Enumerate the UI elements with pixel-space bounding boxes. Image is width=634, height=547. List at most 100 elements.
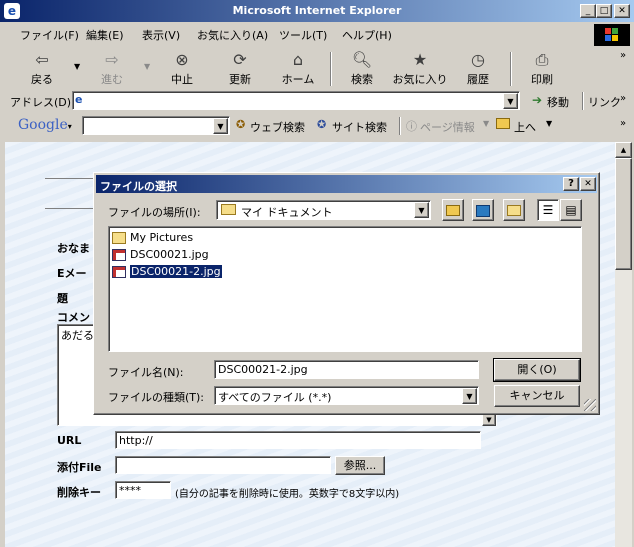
dialog-help-button[interactable]: ? xyxy=(563,177,579,191)
open-button[interactable]: 開く(O) xyxy=(493,358,581,382)
google-search-dropdown-icon[interactable]: ▼ xyxy=(213,118,228,134)
desktop-button[interactable] xyxy=(472,199,494,221)
subject-label: 題 xyxy=(57,292,68,305)
site-search-button[interactable]: サイト検索 xyxy=(332,119,387,135)
dialog-close-button[interactable]: ✕ xyxy=(580,177,596,191)
page-scrollbar[interactable]: ▲ xyxy=(615,142,632,547)
new-folder-button[interactable] xyxy=(503,199,525,221)
minimize-button[interactable]: _ xyxy=(580,4,596,18)
browse-button[interactable]: 参照... xyxy=(335,456,385,475)
resize-grip-icon[interactable] xyxy=(584,399,596,411)
home-icon: ⌂ xyxy=(292,50,304,69)
page-icon: e xyxy=(75,93,83,106)
up-dropdown-icon[interactable]: ▼ xyxy=(546,119,552,128)
address-input[interactable]: e ▼ xyxy=(72,91,520,110)
comment-label: コメン xyxy=(57,311,90,324)
file-list[interactable]: My Pictures DSC00021.jpg DSC00021-2.jpg xyxy=(108,226,582,352)
dialog-titlebar[interactable]: ファイルの選択 ? ✕ xyxy=(96,175,597,193)
new-folder-icon xyxy=(507,205,521,216)
site-search-icon: ✪ xyxy=(317,118,327,131)
search-button[interactable]: 🔍︎ 検索 xyxy=(334,48,390,88)
location-label: ファイルの場所(I): xyxy=(108,206,201,219)
print-button[interactable]: ⎙ 印刷 xyxy=(514,48,570,88)
back-arrow-icon: ⇦ xyxy=(35,50,49,69)
refresh-button[interactable]: ⟳ 更新 xyxy=(212,48,268,88)
desktop-icon xyxy=(476,204,490,217)
image-file-icon xyxy=(112,249,126,261)
dialog-title: ファイルの選択 xyxy=(100,180,177,193)
textarea-resize-icon[interactable]: ▼ xyxy=(482,414,496,426)
web-search-button[interactable]: ウェブ検索 xyxy=(250,119,305,135)
web-search-icon: ✪ xyxy=(236,118,246,131)
filename-input[interactable]: DSC00021-2.jpg xyxy=(214,360,479,379)
list-view-button[interactable]: ☰ xyxy=(537,199,559,221)
menu-bar: ファイル(F) 編集(E) 表示(V) お気に入り(A) ツール(T) ヘルプ(… xyxy=(0,23,634,45)
menu-favorites[interactable]: お気に入り(A) xyxy=(197,27,268,43)
menu-edit[interactable]: 編集(E) xyxy=(86,27,124,43)
address-bar: アドレス(D) e ▼ ➔ 移動 リンク » xyxy=(0,90,634,112)
back-button[interactable]: ⇦ 戻る xyxy=(14,48,70,88)
up-one-level-button[interactable] xyxy=(442,199,464,221)
links-button[interactable]: リンク xyxy=(588,94,621,110)
filename-label: ファイル名(N): xyxy=(108,366,184,379)
refresh-icon: ⟳ xyxy=(233,50,247,69)
menu-tools[interactable]: ツール(T) xyxy=(279,27,327,43)
details-view-button[interactable]: ▤ xyxy=(560,199,582,221)
stop-icon: ⊗ xyxy=(175,50,189,69)
cancel-button[interactable]: キャンセル xyxy=(494,385,580,407)
favorites-icon: ★ xyxy=(412,50,428,69)
history-icon: ◷ xyxy=(471,50,485,69)
address-separator xyxy=(582,92,584,110)
up-folder-icon xyxy=(446,205,460,216)
location-dropdown-icon[interactable]: ▼ xyxy=(414,202,429,218)
window-titlebar[interactable]: e Microsoft Internet Explorer _ □ ✕ xyxy=(0,0,634,22)
scroll-thumb[interactable] xyxy=(615,158,632,270)
up-button[interactable]: 上へ xyxy=(514,119,536,135)
printer-icon: ⎙ xyxy=(535,50,549,69)
page-info-icon: ⓘ xyxy=(406,120,417,133)
delete-key-input[interactable]: **** xyxy=(115,481,171,499)
google-overflow-icon[interactable]: » xyxy=(620,118,626,129)
back-dropdown-icon[interactable]: ▼ xyxy=(74,62,80,71)
menu-view[interactable]: 表示(V) xyxy=(142,27,180,43)
list-item[interactable]: DSC00021-2.jpg xyxy=(112,264,223,280)
google-search-input[interactable]: ▼ xyxy=(82,116,230,135)
url-input[interactable]: http:// xyxy=(115,431,481,449)
list-item[interactable]: My Pictures xyxy=(112,230,193,246)
address-dropdown-icon[interactable]: ▼ xyxy=(503,93,518,109)
google-logo[interactable]: Google▾ xyxy=(18,117,72,133)
forward-dropdown-icon[interactable]: ▼ xyxy=(144,62,150,71)
name-label: おなま xyxy=(57,242,90,255)
home-button[interactable]: ⌂ ホーム xyxy=(270,48,326,88)
filetype-dropdown[interactable]: すべてのファイル (*.*) ▼ xyxy=(214,386,479,405)
file-select-dialog: ファイルの選択 ? ✕ ファイルの場所(I): マイ ドキュメント ▼ ☰ ▤ … xyxy=(93,172,600,415)
stop-button[interactable]: ⊗ 中止 xyxy=(154,48,210,88)
favorites-button[interactable]: ★ お気に入り xyxy=(390,48,450,88)
toolbar-overflow-icon[interactable]: » xyxy=(620,50,626,61)
selected-file-name: DSC00021-2.jpg xyxy=(129,264,223,279)
maximize-button[interactable]: □ xyxy=(596,4,612,18)
filetype-dropdown-icon[interactable]: ▼ xyxy=(462,388,477,404)
window-title: Microsoft Internet Explorer xyxy=(232,4,402,17)
attach-file-input[interactable] xyxy=(115,456,331,474)
search-icon: 🔍︎ xyxy=(351,50,373,69)
location-dropdown[interactable]: マイ ドキュメント ▼ xyxy=(216,200,431,220)
links-overflow-icon[interactable]: » xyxy=(620,93,626,104)
windows-logo-icon xyxy=(594,24,630,46)
list-item[interactable]: DSC00021.jpg xyxy=(112,247,209,263)
go-arrow-icon[interactable]: ➔ xyxy=(532,93,542,107)
history-button[interactable]: ◷ 履歴 xyxy=(450,48,506,88)
standard-toolbar: ⇦ 戻る ▼ ⇨ 進む ▼ ⊗ 中止 ⟳ 更新 ⌂ ホーム 🔍︎ 検索 ★ お気… xyxy=(0,46,634,90)
close-button[interactable]: ✕ xyxy=(614,4,630,18)
attach-file-label: 添付File xyxy=(57,461,102,474)
forward-button[interactable]: ⇨ 進む xyxy=(84,48,140,88)
scroll-up-button[interactable]: ▲ xyxy=(615,142,632,158)
page-info-button[interactable]: ページ情報 xyxy=(420,119,475,135)
toolbar-separator xyxy=(330,52,332,86)
image-file-icon xyxy=(112,266,126,278)
folder-icon xyxy=(112,232,126,244)
menu-file[interactable]: ファイル(F) xyxy=(20,27,79,43)
menu-help[interactable]: ヘルプ(H) xyxy=(342,27,392,43)
page-info-dropdown-icon[interactable]: ▼ xyxy=(483,119,489,128)
go-button[interactable]: 移動 xyxy=(547,94,569,110)
